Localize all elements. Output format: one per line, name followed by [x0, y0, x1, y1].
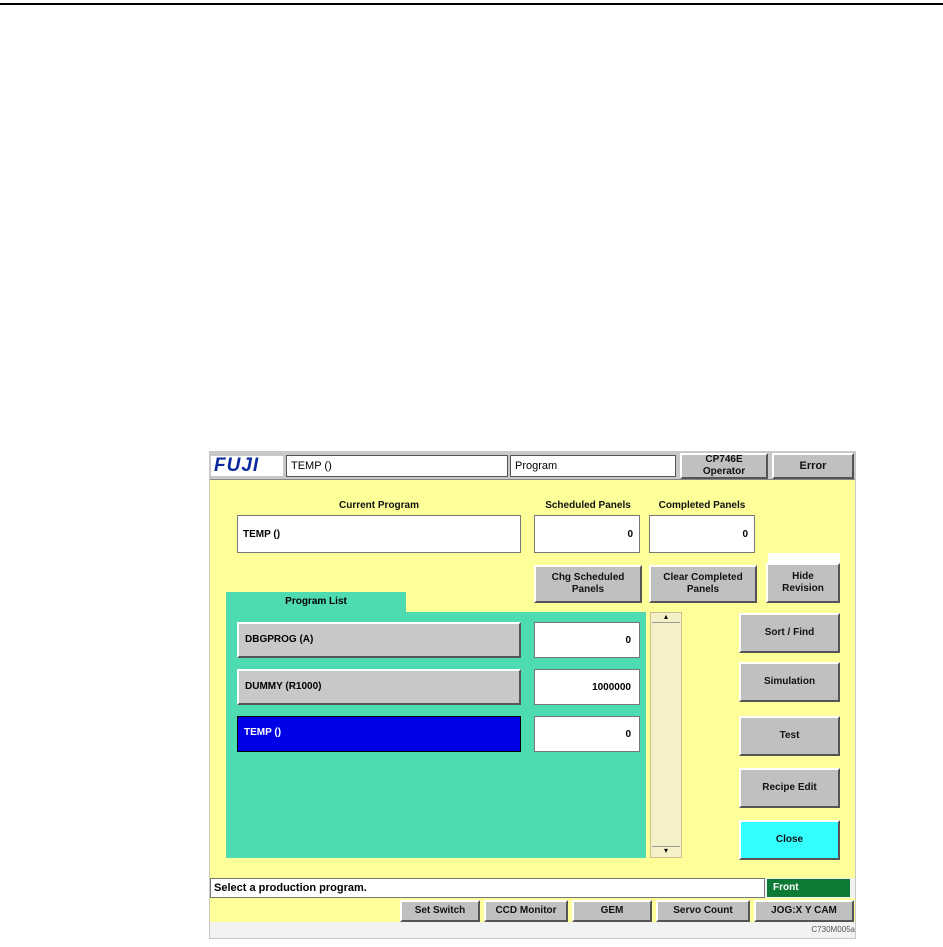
chg-scheduled-line1: Chg Scheduled	[551, 572, 625, 583]
scroll-down-icon[interactable]: ▾	[652, 846, 680, 856]
tab-program-list[interactable]: Program List	[226, 592, 406, 612]
current-program-field: TEMP ()	[237, 515, 521, 553]
front-indicator: Front	[767, 879, 850, 897]
program-count-dbgprog: 0	[534, 622, 640, 658]
scheduled-panels-label: Scheduled Panels	[545, 500, 631, 511]
gem-button[interactable]: GEM	[572, 900, 652, 922]
clear-completed-panels-button[interactable]: Clear Completed Panels	[649, 565, 757, 603]
hide-revision-button[interactable]: Hide Revision	[766, 563, 840, 603]
machine-label: CP746E	[705, 454, 743, 465]
program-count-dummy: 1000000	[534, 669, 640, 705]
recipe-edit-button[interactable]: Recipe Edit	[739, 768, 840, 808]
sort-find-button[interactable]: Sort / Find	[739, 613, 840, 653]
ccd-monitor-button[interactable]: CCD Monitor	[484, 900, 568, 922]
scroll-up-icon[interactable]: ▴	[652, 613, 680, 623]
simulation-button[interactable]: Simulation	[739, 662, 840, 702]
hide-revision-line1: Hide	[792, 571, 814, 582]
program-name-field: TEMP ()	[286, 455, 508, 477]
machine-operator-button[interactable]: CP746E Operator	[680, 453, 768, 479]
scheduled-panels-field: 0	[534, 515, 640, 553]
page-rule	[0, 3, 943, 5]
mode-field: Program	[510, 455, 676, 477]
clear-completed-line2: Panels	[686, 584, 720, 595]
error-button[interactable]: Error	[772, 453, 854, 479]
clear-completed-line1: Clear Completed	[663, 572, 743, 583]
hide-revision-line2: Revision	[782, 583, 824, 594]
program-item-temp-selected[interactable]: TEMP ()	[237, 716, 521, 752]
servo-count-button[interactable]: Servo Count	[656, 900, 750, 922]
completed-panels-label: Completed Panels	[658, 500, 746, 511]
program-count-temp: 0	[534, 716, 640, 752]
jog-xycam-button[interactable]: JOG:X Y CAM	[754, 900, 854, 922]
completed-panels-field: 0	[649, 515, 755, 553]
set-switch-button[interactable]: Set Switch	[400, 900, 480, 922]
program-item-dbgprog[interactable]: DBGPROG (A)	[237, 622, 521, 658]
test-button[interactable]: Test	[739, 716, 840, 756]
program-item-dummy[interactable]: DUMMY (R1000)	[237, 669, 521, 705]
current-program-label: Current Program	[338, 500, 419, 511]
chg-scheduled-panels-button[interactable]: Chg Scheduled Panels	[534, 565, 642, 603]
fuji-logo: FUJI	[211, 456, 283, 476]
close-button[interactable]: Close	[739, 820, 840, 860]
figure-code: C730M005a	[811, 925, 855, 934]
chg-scheduled-line2: Panels	[571, 584, 605, 595]
status-message: Select a production program.	[210, 878, 765, 898]
program-list-scrollbar[interactable]	[650, 612, 682, 858]
operator-label: Operator	[702, 466, 746, 477]
